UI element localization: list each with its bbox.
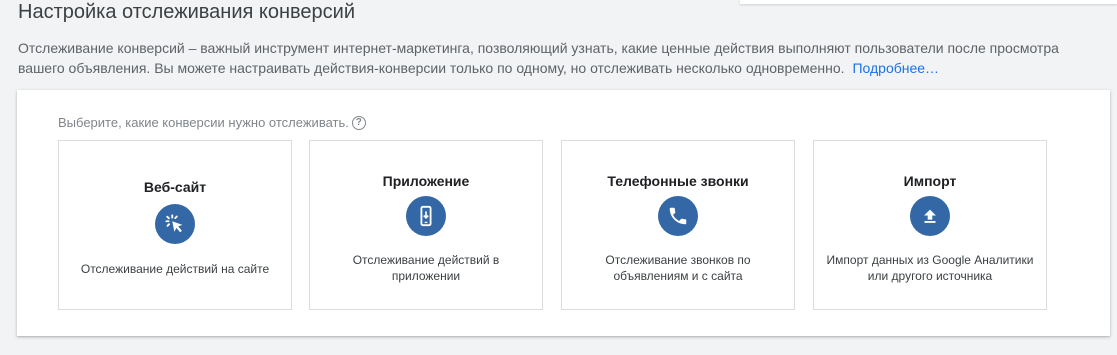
option-app[interactable]: Приложение Отслеживание действий в прило…: [309, 140, 543, 310]
conversion-selection-card: Выберите, какие конверсии нужно отслежив…: [17, 90, 1110, 336]
option-title: Телефонные звонки: [607, 173, 749, 189]
option-title: Приложение: [382, 173, 470, 189]
option-import[interactable]: Импорт Импорт данных из Google Аналитики…: [813, 140, 1047, 310]
mobile-app-icon: [406, 196, 446, 236]
upload-icon: [910, 196, 950, 236]
option-description: Отслеживание звонков по объявлениям и с …: [605, 253, 751, 283]
page-title: Настройка отслеживания конверсий: [18, 1, 356, 23]
prompt-text: Выберите, какие конверсии нужно отслежив…: [58, 115, 349, 130]
top-bar-edge: [740, 0, 1117, 4]
conversion-prompt: Выберите, какие конверсии нужно отслежив…: [58, 115, 366, 130]
option-description: Отслеживание действий на сайте: [80, 262, 270, 276]
phone-icon: [658, 196, 698, 236]
option-title: Импорт: [903, 173, 957, 189]
learn-more-link[interactable]: Подробнее…: [852, 60, 939, 76]
page-description: Отслеживание конверсий – важный инструме…: [18, 38, 1108, 78]
option-title: Веб-сайт: [143, 179, 207, 195]
option-phone-calls[interactable]: Телефонные звонки Отслеживание звонков п…: [561, 140, 795, 310]
option-website[interactable]: Веб-сайт Отслеживание действий на сайте: [58, 140, 292, 310]
option-description: Импорт данных из Google Аналитики или др…: [826, 253, 1034, 283]
help-icon[interactable]: ?: [351, 115, 366, 130]
option-description: Отслеживание действий в приложении: [352, 253, 500, 283]
cursor-click-icon: [155, 204, 195, 244]
